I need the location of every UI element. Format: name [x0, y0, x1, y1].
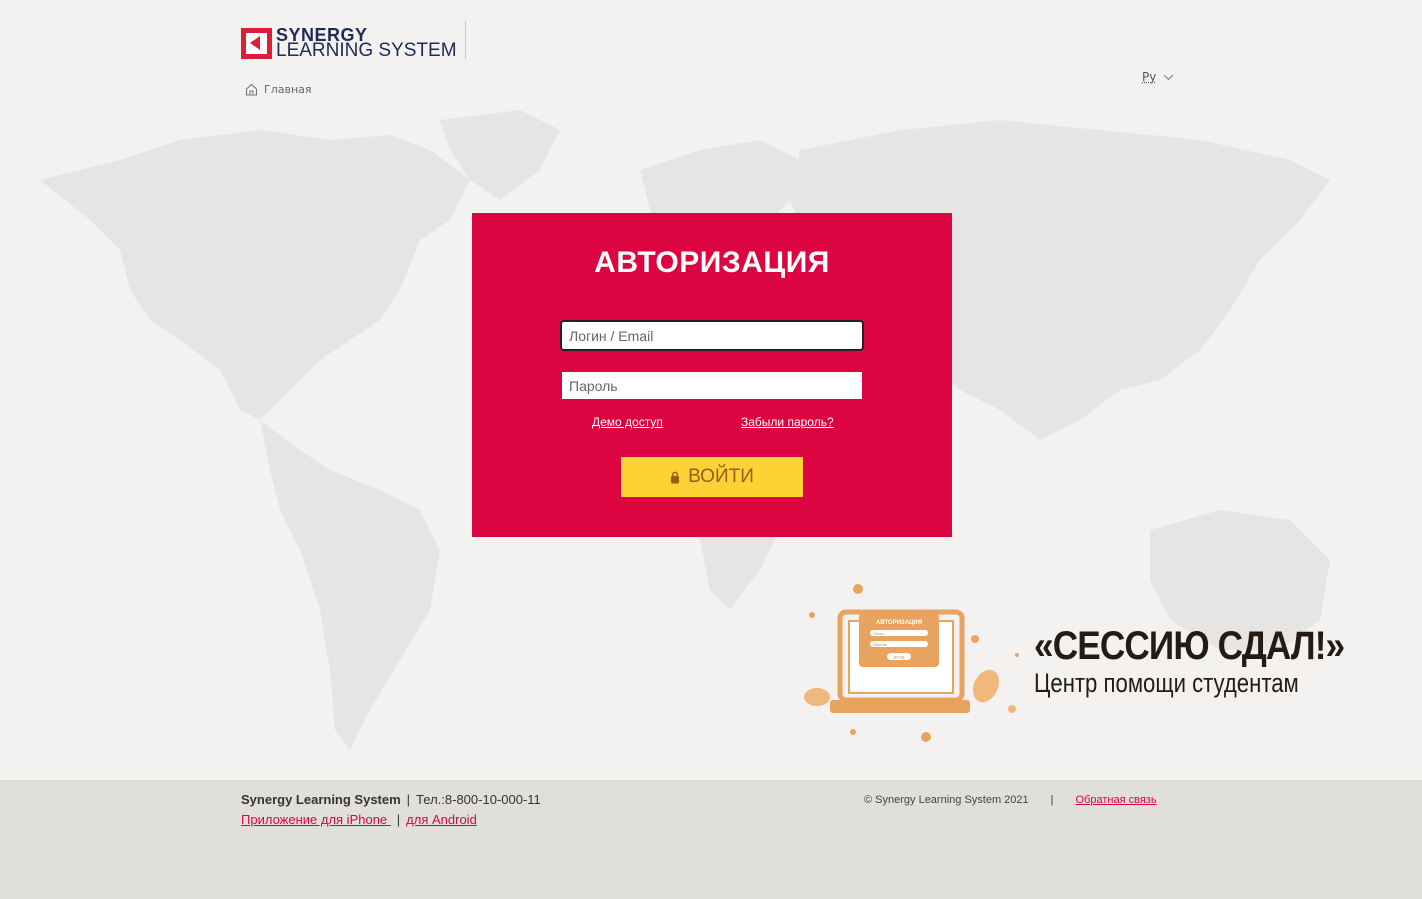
laptop-login-label: Логин — [873, 631, 884, 636]
footer-phone: Тел.:8-800-10-000-11 — [416, 792, 541, 807]
footer-copyright: © Synergy Learning System 2021 — [864, 794, 1029, 806]
promo-subtitle: Центр помощи студентам — [1034, 668, 1299, 698]
header-divider — [465, 21, 466, 59]
laptop-button-label: ВХОД — [894, 655, 905, 660]
footer-right: © Synergy Learning System 2021 | Обратная … — [864, 794, 1157, 806]
laptop-auth-title: АВТОРИЗАЦИЯ — [876, 620, 922, 626]
footer-company: Synergy Learning System — [241, 792, 401, 807]
chevron-down-icon — [1163, 74, 1174, 80]
logo-mark-icon — [241, 27, 272, 59]
auth-title: АВТОРИЗАЦИЯ — [594, 246, 830, 279]
login-email-input[interactable] — [562, 322, 862, 349]
demo-access-link[interactable]: Демо доступ — [592, 415, 663, 429]
login-button-label: ВОЙТИ — [688, 466, 754, 487]
lock-icon — [671, 471, 680, 483]
home-icon — [245, 83, 258, 96]
laptop-password-label: Пароль — [873, 642, 887, 647]
breadcrumb: Главная — [245, 83, 312, 96]
synergy-logo[interactable]: SYNERGY LEARNING SYSTEM — [241, 25, 457, 61]
language-selector[interactable]: Ру — [1142, 70, 1174, 84]
iphone-app-link[interactable]: Приложение для iPhone — [241, 812, 391, 827]
footer-apps: Приложение для iPhone | для Android — [241, 812, 477, 827]
footer-info: Synergy Learning System | Тел.:8-800-10-00… — [241, 792, 541, 807]
language-label: Ру — [1142, 70, 1157, 84]
breadcrumb-home[interactable]: Главная — [264, 83, 312, 96]
feedback-link[interactable]: Обратная связь — [1076, 794, 1157, 806]
login-button[interactable]: ВОЙТИ — [621, 457, 803, 497]
footer: Synergy Learning System | Тел.:8-800-10-00… — [0, 780, 1422, 899]
promo-title[interactable]: «СЕССИЮ СДАЛ!» — [1034, 624, 1345, 669]
logo-line2: LEARNING SYSTEM — [276, 40, 457, 61]
auth-panel: АВТОРИЗАЦИЯ Демо доступ Забыли пароль? В… — [472, 213, 952, 537]
forgot-password-link[interactable]: Забыли пароль? — [741, 415, 834, 429]
android-app-link[interactable]: для Android — [406, 812, 477, 827]
logo-text: SYNERGY LEARNING SYSTEM — [276, 26, 457, 61]
password-input[interactable] — [562, 372, 862, 399]
